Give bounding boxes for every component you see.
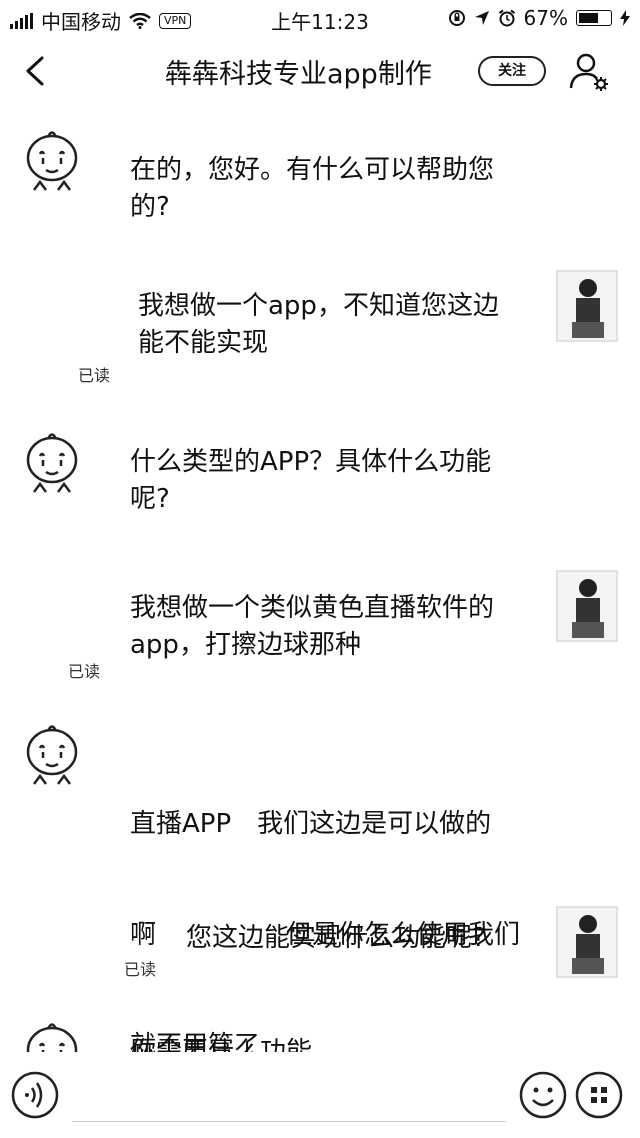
user-avatar[interactable] — [556, 270, 618, 342]
message-list[interactable]: 在的，您好。有什么可以帮助您 的? 我想做一个app，不知道您这边 能不能实现 … — [0, 108, 640, 1052]
location-icon — [474, 11, 489, 25]
orientation-lock-icon — [448, 10, 465, 26]
message-input[interactable] — [72, 1068, 506, 1122]
user-avatar[interactable] — [556, 906, 618, 978]
message-text: 我想做一个app，不知道您这边 能不能实现 — [138, 288, 499, 362]
bot-avatar[interactable] — [20, 430, 84, 502]
message-text: 我想做一个类似黄色直播软件的 app，打擦边球那种 — [130, 590, 494, 664]
voice-icon[interactable] — [10, 1070, 60, 1120]
message-item: 你需要什么功能 — [0, 1020, 640, 1052]
alarm-icon — [498, 9, 515, 27]
message-line: 我想做一个app，不知道您这边 — [138, 291, 499, 321]
chevron-left-icon[interactable] — [20, 56, 50, 86]
chat-title[interactable]: 犇犇科技专业app制作 — [165, 52, 471, 91]
more-icon[interactable] — [574, 1070, 624, 1120]
message-text: 你需要什么功能 — [130, 1034, 312, 1052]
message-item: 直播APP 我们这边是可以做的 啊 但是你怎么使用我们 就不用管了 — [0, 722, 640, 1052]
message-line: 直播APP 我们这边是可以做的 — [130, 809, 492, 839]
message-item: 什么类型的APP？具体什么功能 呢? — [0, 430, 640, 530]
message-line: 你需要什么功能 — [130, 1037, 313, 1052]
message-line: 呢? — [130, 484, 170, 514]
input-bar — [0, 1052, 640, 1138]
bot-avatar[interactable] — [20, 722, 84, 794]
read-label: 已读 — [78, 366, 111, 385]
user-avatar[interactable] — [556, 570, 618, 642]
follow-button[interactable]: 关注 — [478, 56, 546, 86]
message-line: 能不能实现 — [138, 328, 269, 358]
message-item: 您这边能实现什么功能呢? 已读 — [0, 906, 640, 996]
emoji-icon[interactable] — [518, 1070, 568, 1120]
message-line: 您这边能实现什么功能呢? — [186, 923, 486, 953]
read-label: 已读 — [68, 662, 101, 681]
message-line: 在的，您好。有什么可以帮助您 — [130, 155, 495, 185]
battery-percent: 67% — [523, 6, 568, 30]
message-item: 我想做一个app，不知道您这边 能不能实现 已读 — [0, 270, 640, 390]
chat-header: 犇犇科技专业app制作 关注 — [0, 36, 640, 108]
charging-icon — [620, 10, 630, 26]
message-text: 在的，您好。有什么可以帮助您 的? — [130, 152, 494, 226]
message-line: 的? — [130, 192, 170, 222]
status-right: 67% — [448, 6, 630, 30]
bot-avatar[interactable] — [20, 128, 84, 200]
status-bar: 中国移动 VPN 上午11:23 67% — [0, 0, 640, 36]
user-gear-icon[interactable] — [568, 50, 610, 92]
battery-fill — [579, 13, 598, 23]
battery-icon — [576, 10, 612, 26]
bot-avatar[interactable] — [20, 1020, 84, 1052]
message-line: app，打擦边球那种 — [130, 630, 361, 660]
read-label: 已读 — [124, 960, 157, 979]
message-item: 我想做一个类似黄色直播软件的 app，打擦边球那种 已读 — [0, 570, 640, 690]
message-line: 什么类型的APP？具体什么功能 — [130, 447, 492, 477]
message-line: 我想做一个类似黄色直播软件的 — [130, 593, 495, 623]
message-text: 什么类型的APP？具体什么功能 呢? — [130, 444, 491, 518]
message-text: 您这边能实现什么功能呢? — [186, 920, 486, 957]
message-text: 直播APP 我们这边是可以做的 啊 但是你怎么使用我们 就不用管了 — [130, 732, 520, 1052]
message-item: 在的，您好。有什么可以帮助您 的? — [0, 128, 640, 228]
